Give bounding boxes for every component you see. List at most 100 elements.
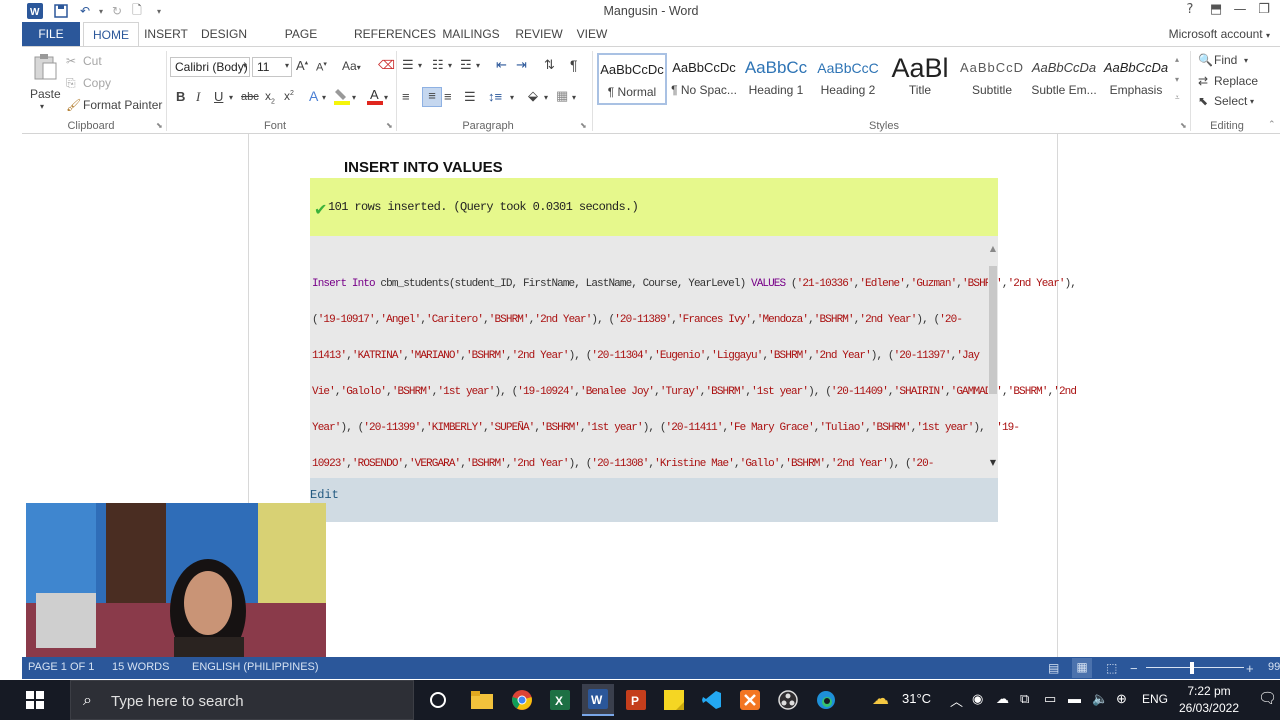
bold-icon[interactable]: B (176, 89, 185, 104)
line-spacing-dropdown-icon[interactable]: ▾ (510, 93, 514, 102)
tab-references[interactable]: REFERENCES (354, 22, 436, 46)
print-layout-icon[interactable]: ▦ (1072, 658, 1092, 678)
zoom-level[interactable]: 99 (1268, 661, 1280, 673)
font-color-icon[interactable]: A (367, 87, 383, 105)
start-button[interactable] (0, 680, 70, 720)
select-button[interactable]: Select (1214, 94, 1247, 108)
replace-button[interactable]: Replace (1214, 74, 1258, 88)
justify-icon[interactable]: ☰ (464, 89, 476, 105)
numbering-icon[interactable]: ☷ (432, 57, 444, 73)
style-normal[interactable]: AaBbCcDc ¶ Normal (597, 53, 667, 105)
styles-more-icon[interactable]: ⩡ (1175, 93, 1180, 103)
borders-dropdown-icon[interactable]: ▾ (572, 93, 576, 102)
show-formatting-marks-icon[interactable]: ¶ (570, 57, 578, 73)
tab-home[interactable]: HOME (83, 22, 139, 46)
sticky-notes-icon[interactable] (658, 684, 690, 716)
superscript-icon[interactable]: x2 (284, 89, 294, 103)
clock[interactable]: 7:22 pm 26/03/2022 (1168, 683, 1250, 717)
excel-icon[interactable]: X (544, 684, 576, 716)
underline-icon[interactable]: U (214, 89, 223, 104)
subscript-icon[interactable]: x2 (265, 89, 275, 105)
bullets-dropdown-icon[interactable]: ▾ (418, 61, 422, 70)
show-hidden-icons-icon[interactable]: ︿ (950, 691, 963, 710)
scrollbar-thumb[interactable] (989, 266, 997, 394)
zoom-in-icon[interactable]: + (1246, 661, 1254, 676)
task-view-icon[interactable] (422, 684, 454, 716)
style-emphasis[interactable]: AaBbCcDa Emphasis (1101, 53, 1171, 105)
paste-dropdown-icon[interactable]: ▾ (40, 102, 44, 111)
highlight-dropdown-icon[interactable]: ▾ (352, 93, 356, 102)
shading-icon[interactable]: ⬙ (528, 88, 538, 104)
battery-icon[interactable]: ▬ (1068, 691, 1081, 706)
edge-icon[interactable] (810, 684, 842, 716)
bullets-icon[interactable]: ☰ (402, 57, 414, 73)
page-count[interactable]: PAGE 1 OF 1 (28, 661, 94, 673)
replace-icon[interactable]: ⇄ (1198, 74, 1208, 88)
file-explorer-icon[interactable] (466, 684, 498, 716)
read-mode-icon[interactable]: ▤ (1048, 661, 1059, 675)
decrease-indent-icon[interactable]: ⇤ (496, 57, 507, 73)
borders-icon[interactable]: ▦ (556, 88, 568, 104)
style-title[interactable]: AaBl Title (885, 53, 955, 105)
minimize-button[interactable]: — (1230, 2, 1250, 20)
tab-insert[interactable]: INSERT (143, 22, 189, 46)
numbering-dropdown-icon[interactable]: ▾ (448, 61, 452, 70)
zoom-slider-thumb[interactable] (1190, 662, 1194, 674)
record-icon[interactable]: ◉ (972, 691, 983, 707)
vscode-icon[interactable] (696, 684, 728, 716)
tab-view[interactable]: VIEW (574, 22, 610, 46)
ribbon-display-options-icon[interactable]: ⬒ (1206, 2, 1226, 20)
font-size-dropdown-icon[interactable]: ▾ (285, 61, 289, 70)
account-menu[interactable]: Microsoft account ▾ (1169, 27, 1270, 41)
scroll-down-icon[interactable]: ▼ (988, 458, 998, 467)
style-subtitle[interactable]: AaBbCcD Subtitle (957, 53, 1027, 105)
notification-app-icon[interactable]: ⧉ (1020, 691, 1029, 707)
shrink-font-icon[interactable]: A▾ (316, 60, 327, 74)
tab-page-layout[interactable]: PAGE LAYOUT (260, 22, 342, 65)
obs-icon[interactable] (772, 684, 804, 716)
format-painter-icon[interactable]: 🖌 (66, 98, 81, 112)
styles-launcher-icon[interactable]: ⬊ (1180, 121, 1187, 130)
language-indicator[interactable]: ENGLISH (PHILIPPINES) (192, 661, 319, 673)
italic-icon[interactable]: I (196, 89, 200, 105)
find-icon[interactable]: 🔍 (1198, 53, 1213, 67)
display-icon[interactable]: ▭ (1044, 691, 1056, 707)
text-effects-dropdown-icon[interactable]: ▾ (322, 93, 326, 102)
sql-scrollbar[interactable]: ▲ ▼ (988, 244, 998, 468)
web-layout-icon[interactable]: ⬚ (1106, 661, 1117, 675)
zoom-out-icon[interactable]: − (1130, 661, 1138, 676)
zoom-slider[interactable] (1146, 667, 1244, 668)
text-effects-icon[interactable]: A (309, 88, 318, 104)
copy-button[interactable]: Copy (83, 76, 111, 90)
sql-query-box[interactable]: Insert Into cbm_students(student_ID, Fir… (310, 236, 1077, 478)
weather-icon[interactable]: ☁ (872, 689, 889, 709)
clipboard-launcher-icon[interactable]: ⬊ (156, 121, 163, 130)
style-heading-2[interactable]: AaBbCcC Heading 2 (813, 53, 883, 105)
style-subtle-emphasis[interactable]: AaBbCcDa Subtle Em... (1029, 53, 1099, 105)
network-icon[interactable]: ⊕ (1116, 691, 1127, 707)
clear-formatting-icon[interactable]: ⌫ (378, 58, 395, 72)
notifications-icon[interactable]: 🗨 (1258, 689, 1277, 707)
paragraph-launcher-icon[interactable]: ⬊ (580, 121, 587, 130)
change-case-button[interactable]: Aa▾ (342, 59, 361, 73)
tab-design[interactable]: DESIGN (200, 22, 248, 46)
align-right-icon[interactable]: ≡ (444, 89, 452, 104)
chrome-icon[interactable] (506, 684, 538, 716)
edit-link[interactable]: Edit (310, 488, 339, 502)
grow-font-icon[interactable]: A▴ (296, 58, 308, 73)
style-no-spacing[interactable]: AaBbCcDc ¶ No Spac... (669, 53, 739, 105)
xampp-icon[interactable] (734, 684, 766, 716)
styles-scroll-up-icon[interactable]: ▴ (1175, 55, 1179, 64)
find-button[interactable]: Find (1214, 53, 1237, 67)
select-dropdown-icon[interactable]: ▾ (1250, 97, 1254, 106)
collapse-ribbon-icon[interactable]: ⌃ (1268, 119, 1276, 130)
strikethrough-icon[interactable]: abc (241, 91, 259, 103)
multilevel-dropdown-icon[interactable]: ▾ (476, 61, 480, 70)
find-dropdown-icon[interactable]: ▾ (1244, 56, 1248, 65)
line-spacing-icon[interactable]: ↕≡ (488, 89, 502, 104)
increase-indent-icon[interactable]: ⇥ (516, 57, 527, 73)
cut-button[interactable]: Cut (83, 54, 102, 68)
multilevel-list-icon[interactable]: ☲ (460, 57, 472, 73)
font-launcher-icon[interactable]: ⬊ (386, 121, 393, 130)
tab-mailings[interactable]: MAILINGS (440, 22, 502, 46)
